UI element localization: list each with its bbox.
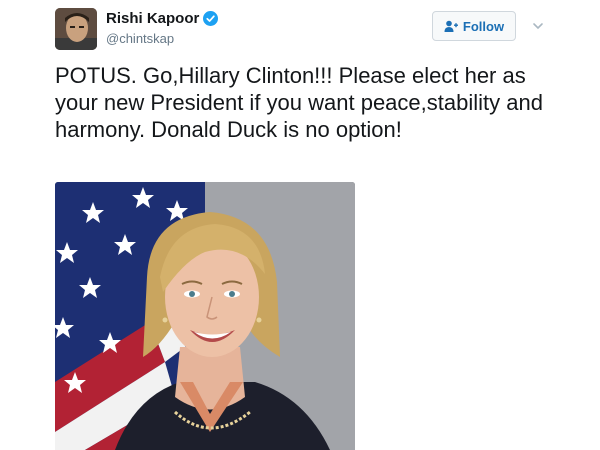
avatar-image	[55, 8, 97, 50]
portrait-photo-image	[55, 182, 355, 450]
follow-button[interactable]: Follow	[432, 11, 516, 41]
tweet-photo[interactable]	[55, 182, 355, 450]
tweet-text: POTUS. Go,Hillary Clinton!!! Please elec…	[55, 63, 543, 142]
author-handle[interactable]: @chintskap	[106, 31, 174, 46]
verified-icon	[203, 11, 219, 26]
author-display-name[interactable]: Rishi Kapoor	[106, 10, 199, 27]
follow-button-label: Follow	[462, 18, 505, 34]
add-person-icon	[444, 20, 458, 32]
chevron-down-icon[interactable]	[532, 20, 544, 32]
author-name-row: Rishi Kapoor	[106, 10, 219, 27]
avatar[interactable]	[55, 8, 97, 50]
